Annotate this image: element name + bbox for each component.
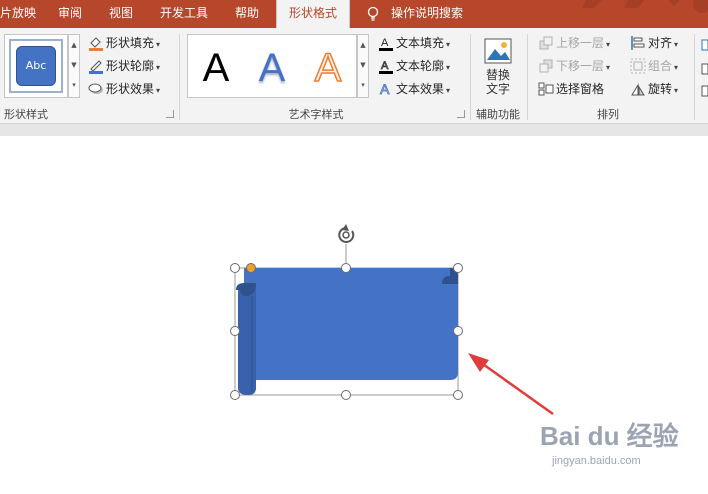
- resize-handle-top[interactable]: [341, 263, 351, 273]
- resize-handle-bottom[interactable]: [341, 390, 351, 400]
- resize-handle-bottom-right[interactable]: [453, 390, 463, 400]
- annotation-arrow-icon: [468, 353, 554, 416]
- resize-handle-right[interactable]: [453, 326, 463, 336]
- resize-handle-top-right[interactable]: [453, 263, 463, 273]
- watermark-url: jingyan.baidu.com: [552, 455, 641, 467]
- rotate-handle-icon[interactable]: [338, 224, 355, 243]
- watermark-logo: Bai du 经验: [540, 421, 679, 451]
- horizontal-scroll-shape[interactable]: [236, 268, 458, 395]
- adjust-handle[interactable]: [246, 263, 256, 273]
- resize-handle-top-left[interactable]: [230, 263, 240, 273]
- baidu-watermark: Bai du 经验 jingyan.baidu.com: [540, 416, 679, 467]
- resize-handle-bottom-left[interactable]: [230, 390, 240, 400]
- resize-handle-left[interactable]: [230, 326, 240, 336]
